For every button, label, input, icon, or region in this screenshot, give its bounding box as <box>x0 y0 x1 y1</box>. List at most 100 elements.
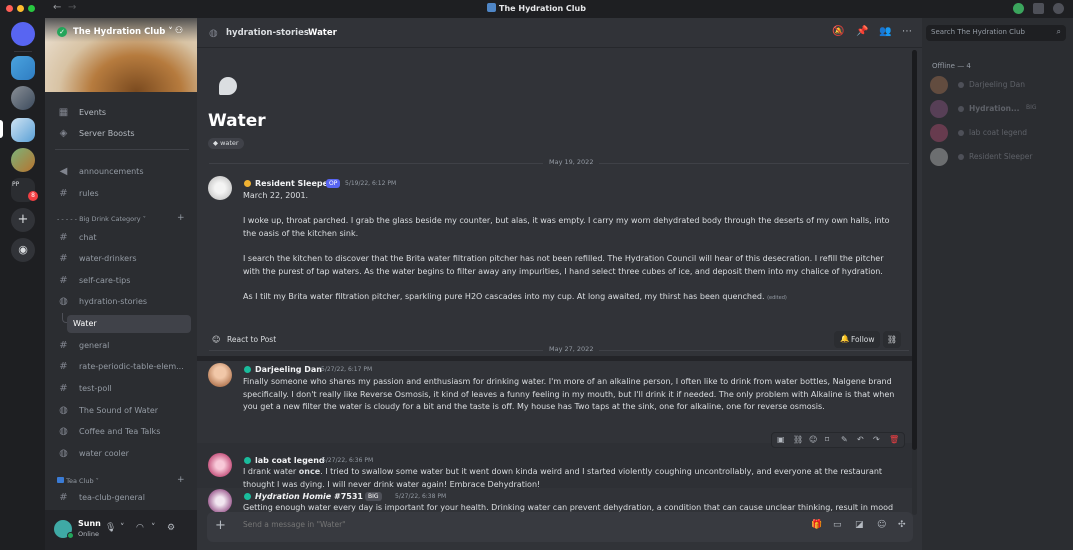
channel-test-poll[interactable]: # test-poll <box>51 380 191 398</box>
add-reaction-icon[interactable]: ☺ <box>809 435 817 444</box>
react-to-post-button[interactable]: ☺ React to Post <box>207 332 281 348</box>
thread-water[interactable]: Water <box>67 315 191 333</box>
discord-home-icon[interactable] <box>11 22 35 46</box>
sidebar-divider <box>55 149 189 150</box>
avatar[interactable] <box>208 363 232 387</box>
role-icon <box>244 366 251 373</box>
channel-announcements[interactable]: ◀ announcements <box>51 163 191 181</box>
add-channel-icon[interactable]: + <box>177 475 185 485</box>
scrollbar-thumb[interactable] <box>912 50 917 450</box>
post-paragraph: As I tilt my Brita water filtration pitc… <box>243 291 787 301</box>
apps-icon[interactable]: ✣ <box>898 520 906 530</box>
channel-rate-periodic-table[interactable]: # rate-periodic-table-elem... <box>51 358 191 376</box>
message-timestamp[interactable]: 5/27/22, 6:38 PM <box>395 493 446 500</box>
post-tag[interactable]: ◆ water <box>208 138 244 149</box>
link-icon[interactable]: ⛓ <box>793 435 803 444</box>
message-author[interactable]: Resident Sleeper <box>255 179 332 188</box>
add-channel-icon[interactable]: + <box>177 213 185 223</box>
member-darjeeling-dan[interactable]: Darjeeling Dan <box>930 74 1068 96</box>
delete-icon[interactable]: 🗑 <box>889 435 899 444</box>
chevron-down-icon[interactable]: ˅ <box>151 523 156 533</box>
avatar <box>930 100 948 118</box>
explore-icon[interactable]: ◉ <box>11 238 35 262</box>
forward-icon[interactable]: ↷ <box>873 435 880 444</box>
channel-water-drinkers[interactable]: # water-drinkers <box>51 250 191 268</box>
avatar[interactable] <box>208 176 232 200</box>
apps-icon[interactable]: ▣ <box>777 435 785 444</box>
reply-icon[interactable]: ↶ <box>857 435 864 444</box>
gif-icon[interactable]: ▭ <box>833 520 842 530</box>
pin-icon[interactable]: 📌 <box>856 26 868 37</box>
category-tea-club[interactable]: Tea Club ˅ <box>57 477 99 485</box>
sticker-icon[interactable]: ◪ <box>855 520 864 530</box>
message-timestamp[interactable]: 5/19/22, 6:12 PM <box>345 180 396 187</box>
message-scroller[interactable]: Water ◆ water May 19, 2022 Resident Slee… <box>197 49 922 519</box>
add-attachment-icon[interactable]: + <box>215 518 226 533</box>
message-input[interactable] <box>243 520 783 529</box>
server-folder-icon[interactable]: PP 8 <box>11 178 38 202</box>
avatar[interactable] <box>208 489 232 513</box>
avatar[interactable] <box>208 453 232 477</box>
verified-icon: ✓ <box>57 27 67 37</box>
chevron-down-icon[interactable]: ˅ <box>120 523 125 533</box>
copy-link-button[interactable]: ⛓ <box>883 331 901 348</box>
headphones-icon[interactable]: ◠ <box>136 523 144 533</box>
gear-icon[interactable]: ⚙ <box>167 523 175 533</box>
pin-icon[interactable]: ✎ <box>841 435 848 444</box>
emoji-icon[interactable]: ☺ <box>877 520 886 530</box>
channel-chat[interactable]: # chat <box>51 229 191 247</box>
nitro-leaf-icon[interactable] <box>1013 3 1024 14</box>
forum-icon: ◍ <box>59 448 68 459</box>
server-icon <box>487 3 497 12</box>
members-icon[interactable]: 👥 <box>879 26 891 37</box>
message-author[interactable]: 𝙃𝙮𝙙𝙧𝙖𝙩𝙞𝙤𝙣 𝙃𝙤𝙢𝙞𝙚 #7531 <box>255 492 363 501</box>
role-icon <box>958 82 964 88</box>
hashtag-icon: # <box>59 275 68 286</box>
channel-sidebar: ✓ The Hydration Club ˅ ⚇ ▦ Events ◈ Server… <box>45 18 197 550</box>
channel-hydration-stories[interactable]: ◍ hydration-stories <box>51 293 191 311</box>
follow-button[interactable]: 🔔 Follow <box>834 331 880 348</box>
server-name-button[interactable]: The Hydration Club ˅ <box>73 27 173 37</box>
channel-water-cooler[interactable]: ◍ water cooler <box>51 445 191 463</box>
channel-rules[interactable]: # rules <box>51 185 191 203</box>
member-hydration-homie[interactable]: Hydration... BIG <box>930 98 1068 120</box>
channel-sound-of-water[interactable]: ◍ The Sound of Water <box>51 402 191 420</box>
role-icon <box>958 154 964 160</box>
message-timestamp[interactable]: 5/27/22, 6:36 PM <box>322 457 373 464</box>
inbox-icon[interactable] <box>1033 3 1044 14</box>
thread-bubble-icon <box>219 77 237 95</box>
channel-coffee-tea-talks[interactable]: ◍ Coffee and Tea Talks <box>51 423 191 441</box>
server-icon-hydration-club[interactable] <box>11 118 35 142</box>
bookmark-icon[interactable]: ⌑ <box>825 435 829 444</box>
date-divider: May 27, 2022 <box>209 345 909 353</box>
gift-icon[interactable]: 🎁 <box>811 520 822 530</box>
sidebar-item-events[interactable]: ▦ Events <box>51 104 191 122</box>
channel-tea-club-general[interactable]: # tea-club-general <box>51 489 191 507</box>
breadcrumb-parent[interactable]: hydration-stories <box>226 28 309 38</box>
message-author[interactable]: lab coat legend <box>255 456 325 465</box>
search-input[interactable]: Search The Hydration Club ⌕ <box>926 25 1066 41</box>
invite-people-icon[interactable]: ⚇ <box>175 26 183 36</box>
channel-general[interactable]: # general <box>51 337 191 355</box>
message-author[interactable]: Darjeeling Dan <box>255 365 322 374</box>
help-icon[interactable] <box>1053 3 1064 14</box>
server-icon-2[interactable] <box>11 86 35 110</box>
member-resident-sleeper[interactable]: Resident Sleeper <box>930 146 1068 168</box>
forum-icon: ◍ <box>59 296 68 307</box>
microphone-icon[interactable]: 🎙 <box>105 523 116 533</box>
server-icon-1[interactable] <box>11 56 35 80</box>
add-server-icon[interactable]: + <box>11 208 35 232</box>
message-timestamp[interactable]: 5/27/22, 6:17 PM <box>321 366 372 373</box>
sidebar-item-server-boosts[interactable]: ◈ Server Boosts <box>51 125 191 143</box>
scrollbar[interactable] <box>912 50 917 515</box>
channel-self-care-tips[interactable]: # self-care-tips <box>51 272 191 290</box>
avatar <box>930 148 948 166</box>
mute-bell-icon[interactable]: 🔕 <box>832 26 844 37</box>
user-name[interactable]: Sunn <box>78 519 101 528</box>
more-options-icon[interactable]: ⋯ <box>902 26 912 37</box>
server-icon-3[interactable] <box>11 148 35 172</box>
member-lab-coat-legend[interactable]: lab coat legend <box>930 122 1068 144</box>
category-big-drink[interactable]: - - - - - Big Drink Category ˅ <box>57 215 146 223</box>
